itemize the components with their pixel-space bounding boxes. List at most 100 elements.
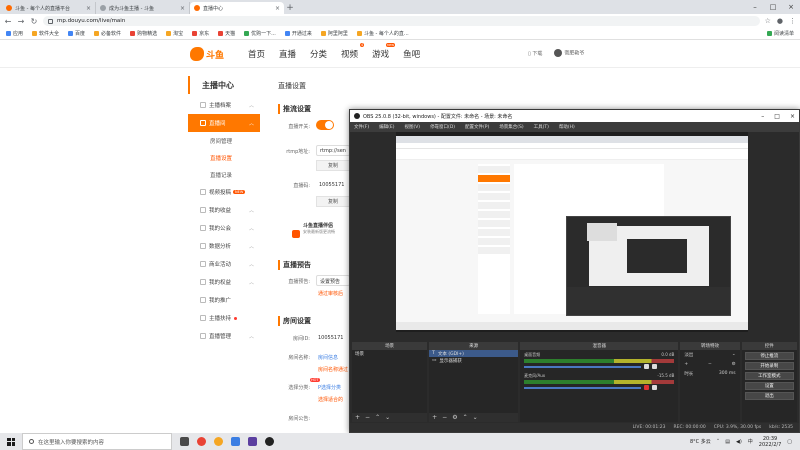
speaker-icon[interactable] [644,364,650,369]
new-tab-button[interactable]: + [284,2,296,14]
menu-help[interactable]: 帮助(H) [559,124,575,130]
stop-streaming-button[interactable]: 停止推流 [744,352,794,360]
sidebar-item-guild[interactable]: 我的公会 ︿ [188,219,260,237]
add-icon[interactable]: + [684,362,688,367]
start-button[interactable] [0,433,22,450]
nav-item[interactable]: 首页 [248,48,265,60]
obs-icon[interactable] [265,437,274,446]
menu-profile[interactable]: 配置文件(P) [465,124,489,130]
bookmark-item[interactable]: 阿里阿里 [320,30,348,37]
browser-app-icon[interactable] [214,437,223,446]
move-down-icon[interactable]: ⌄ [473,414,478,421]
app-icon[interactable] [248,437,257,446]
reading-list[interactable]: 阅读清单 [766,30,794,37]
obs-preview-canvas[interactable] [396,132,748,332]
source-item[interactable]: T 文本 (GDI+) [429,350,519,357]
gear-icon[interactable] [652,385,658,390]
gear-icon[interactable] [652,364,658,369]
room-name-link[interactable]: 房间信息 [318,354,338,361]
profile-icon[interactable]: ● [777,17,783,25]
mute-icon[interactable] [644,385,650,390]
add-icon[interactable]: + [355,414,360,421]
bookmark-item[interactable]: 开通过来 [284,30,312,37]
sidebar-item-rights[interactable]: 我的权益 ︿ [188,273,260,291]
network-icon[interactable]: ▤ [725,439,730,445]
move-up-icon[interactable]: ⌃ [375,414,380,421]
maximize-icon[interactable]: □ [764,0,782,14]
nav-item[interactable]: 鱼吧 [403,48,420,60]
copy-rtmp-button[interactable]: 复制 [316,160,350,171]
bookmark-item[interactable]: 斗鱼 - 每个人的直... [356,30,409,37]
remove-icon[interactable]: − [442,414,447,421]
move-up-icon[interactable]: ⌃ [463,414,468,421]
sidebar-item-video[interactable]: 视频投稿 NEW [188,183,260,201]
live-switch-toggle[interactable] [316,120,334,130]
studio-mode-button[interactable]: 工作室模式 [744,372,794,380]
move-down-icon[interactable]: ⌄ [385,414,390,421]
start-recording-button[interactable]: 开始录制 [744,362,794,370]
menu-view[interactable]: 视图(V) [404,124,420,130]
bookmark-item[interactable]: 优购一下... [244,30,276,37]
exit-button[interactable]: 退出 [744,392,794,400]
sidebar-item-business[interactable]: 商业活动 ︿ [188,255,260,273]
download-link[interactable]: ▯ 下载 [528,50,542,57]
menu-edit[interactable]: 编辑(E) [379,124,394,130]
chrome-icon[interactable] [197,437,206,446]
minimize-icon[interactable]: – [746,0,764,14]
rtmp-field[interactable]: rtmp://sen [316,145,350,156]
add-icon[interactable]: + [432,414,437,421]
taskbar-search[interactable]: 在这里输入你要搜索的内容 [22,433,172,450]
remove-icon[interactable]: − [708,362,712,367]
menu-tools[interactable]: 工具(T) [534,124,549,130]
sidebar-sub-live-settings[interactable]: 直播设置 [188,149,260,166]
menu-docks[interactable]: 停靠窗口(D) [430,124,455,130]
assistant-promo[interactable]: 斗鱼直播伴侣 安装最新版更流畅 [292,222,348,250]
sidebar-item-promotion[interactable]: 我的推广 [188,291,260,309]
ime-indicator[interactable]: 中 [748,438,753,445]
browser-tab[interactable]: 斗鱼 - 每个人的直播平台 × [2,2,96,14]
close-tab-icon[interactable]: × [275,5,280,12]
transition-type-select[interactable]: 淡出 ⌄ [680,350,739,360]
browser-tab[interactable]: 成为斗鱼主播 - 斗鱼 × [96,2,190,14]
close-tab-icon[interactable]: × [180,5,185,12]
remove-icon[interactable]: − [365,414,370,421]
minimize-icon[interactable]: – [761,113,764,120]
volume-icon[interactable]: ◀) [736,439,742,445]
bookmark-item[interactable]: 应用 [6,30,23,37]
sidebar-item-live-room[interactable]: 直播间 ︿ [188,114,260,132]
copy-code-button[interactable]: 复制 [316,196,350,207]
gear-icon[interactable]: ⚙ [732,362,736,367]
nav-item[interactable]: 游戏 new [372,43,396,60]
browser-tab-active[interactable]: 直播中心 × [190,2,284,14]
gear-icon[interactable]: ⚙ [452,414,457,421]
file-explorer-icon[interactable] [231,437,240,446]
bookmark-item[interactable]: 软件大全 [32,30,59,37]
bookmark-item[interactable]: 京东 [192,30,209,37]
sidebar-item-income[interactable]: 我的收益 ︿ [188,201,260,219]
bookmark-item[interactable]: 必备软件 [94,30,121,37]
transition-duration[interactable]: 时长 300 ms [680,369,739,379]
url-field[interactable]: mp.douyu.com/live/main [43,16,760,26]
reload-icon[interactable]: ↻ [30,17,38,26]
source-item[interactable]: ▭ 显示器捕获 [429,357,518,364]
sidebar-item-analytics[interactable]: 数据分析 ︿ [188,237,260,255]
bookmark-item[interactable]: 淘宝 [166,30,183,37]
room-category-link[interactable]: P选择分类 [318,384,341,391]
sidebar-item-support[interactable]: 主播扶持 [188,309,260,327]
sidebar-item-live-manage[interactable]: 直播管理 ︿ [188,327,260,345]
settings-button[interactable]: 设置 [744,382,794,390]
close-tab-icon[interactable]: × [86,5,91,12]
volume-slider[interactable] [524,387,642,389]
bookmark-item[interactable]: 百度 [68,30,85,37]
volume-slider[interactable] [524,366,642,368]
nav-item[interactable]: 直播 [279,48,296,60]
close-window-icon[interactable]: × [790,113,795,120]
nav-item[interactable]: 分类 [310,48,327,60]
weather-widget[interactable]: 8°C 多云 [690,438,711,445]
douyu-logo[interactable]: 斗鱼 [190,45,232,63]
user-menu[interactable]: 斋肥勒爷 [554,49,584,57]
bookmark-item[interactable]: 购物精选 [130,30,157,37]
sidebar-item-profile[interactable]: 主播档案 ︿ [188,96,260,114]
notification-icon[interactable]: ▢ [787,439,792,445]
back-arrow-icon[interactable]: ← [4,17,12,26]
